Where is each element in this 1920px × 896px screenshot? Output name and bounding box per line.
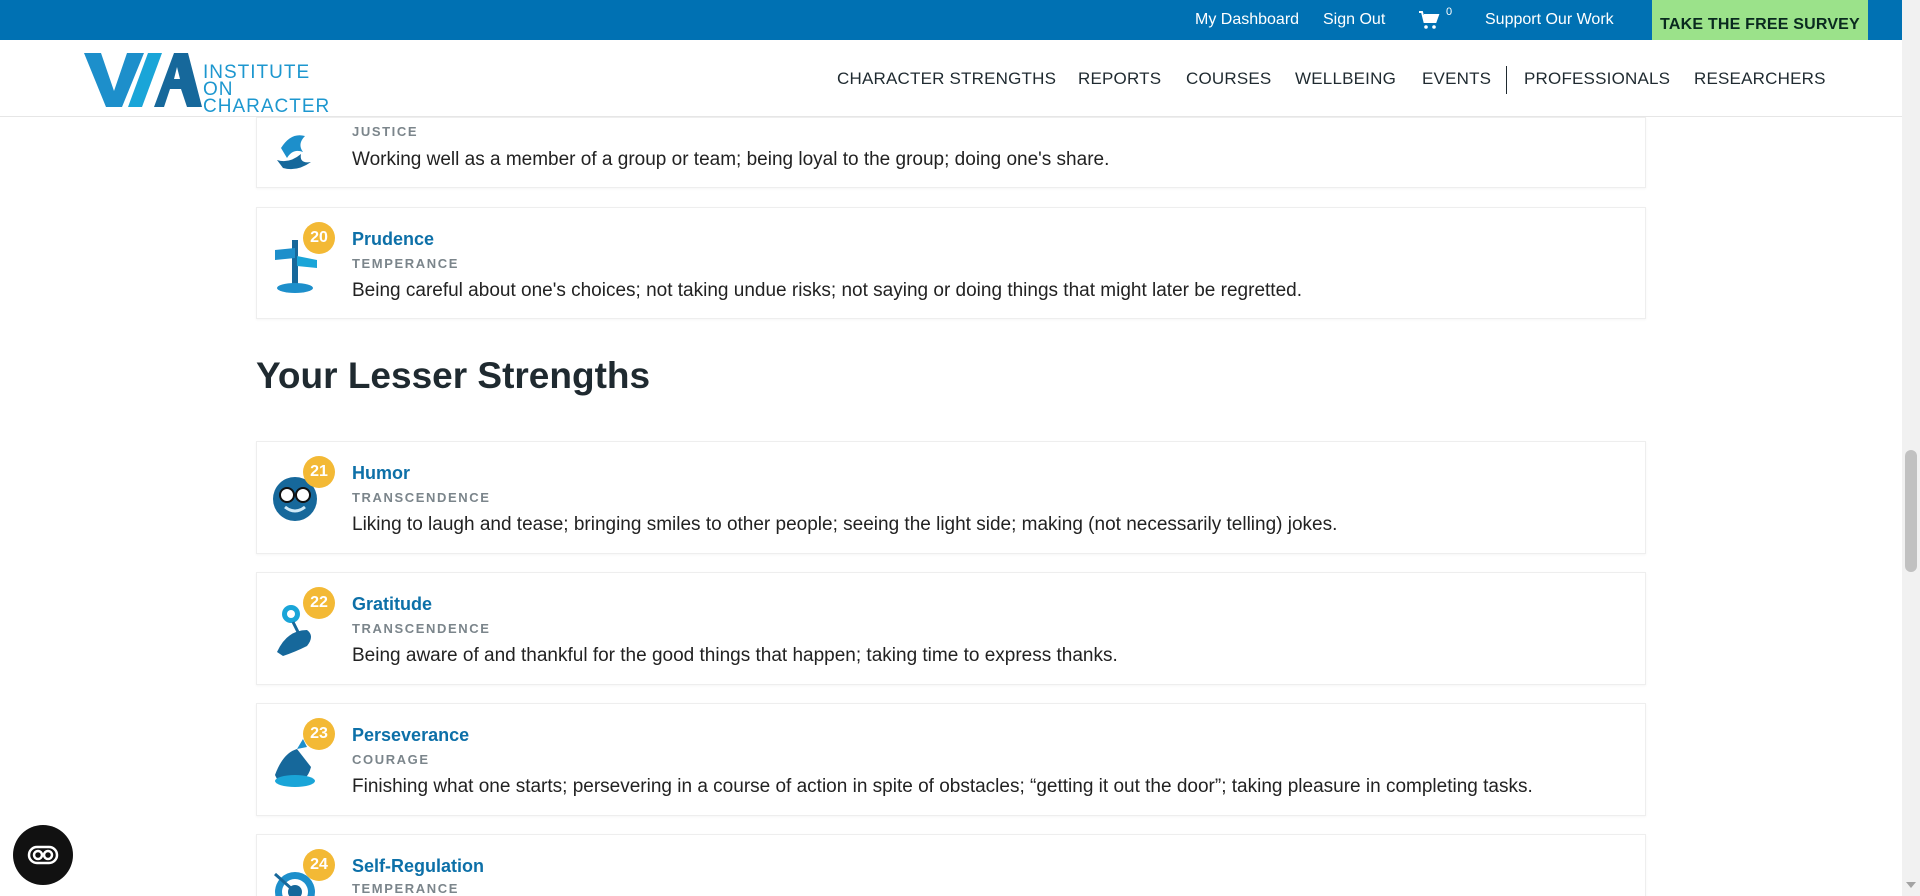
cart-count: 0 — [1446, 6, 1453, 18]
strength-virtue: COURAGE — [352, 752, 430, 767]
rank-badge: 22 — [303, 587, 335, 619]
nav-character-strengths[interactable]: CHARACTER STRENGTHS — [837, 40, 1056, 117]
accessibility-button[interactable] — [13, 825, 73, 885]
strength-name-link[interactable]: Gratitude — [352, 594, 432, 615]
nav-researchers[interactable]: RESEARCHERS — [1694, 40, 1826, 117]
nav-events[interactable]: EVENTS — [1422, 40, 1491, 117]
nav-courses[interactable]: COURSES — [1186, 40, 1271, 117]
strength-card-teamwork: JUSTICE Working well as a member of a gr… — [256, 117, 1646, 188]
strength-card-prudence: 20 Prudence TEMPERANCE Being careful abo… — [256, 207, 1646, 319]
logo-line-1: INSTITUTE ON — [203, 62, 311, 100]
strength-virtue: TRANSCENDENCE — [352, 490, 491, 505]
via-logo[interactable]: INSTITUTE ON CHARACTER — [84, 53, 334, 116]
strength-name-link[interactable]: Perseverance — [352, 725, 469, 746]
nav-divider — [1506, 66, 1507, 94]
utility-bar: My Dashboard Sign Out 0 Support Our Work — [0, 0, 1920, 40]
rank-badge: 20 — [303, 222, 335, 254]
strength-card-perseverance: 23 Perseverance COURAGE Finishing what o… — [256, 703, 1646, 816]
main-header: INSTITUTE ON CHARACTER CHARACTER STRENGT… — [0, 40, 1902, 117]
page-scrollbar[interactable] — [1902, 0, 1920, 896]
strength-description: Being careful about one's choices; not t… — [352, 280, 1302, 301]
strength-virtue: JUSTICE — [352, 124, 419, 139]
my-dashboard-link[interactable]: My Dashboard — [1195, 0, 1299, 40]
strength-description: Liking to laugh and tease; bringing smil… — [352, 514, 1338, 535]
strength-virtue: TEMPERANCE — [352, 881, 460, 896]
logo-text: INSTITUTE ON CHARACTER — [203, 62, 334, 117]
strength-description: Finishing what one starts; persevering i… — [352, 776, 1533, 797]
rank-badge: 24 — [303, 849, 335, 881]
nav-professionals[interactable]: PROFESSIONALS — [1524, 40, 1670, 117]
strength-name-link[interactable]: Prudence — [352, 229, 434, 250]
strength-virtue: TRANSCENDENCE — [352, 621, 491, 636]
teamwork-icon — [277, 135, 311, 170]
sign-out-link[interactable]: Sign Out — [1323, 0, 1385, 40]
strength-card-self-regulation: 24 Self-Regulation TEMPERANCE — [256, 834, 1646, 896]
nav-reports[interactable]: REPORTS — [1078, 40, 1161, 117]
via-logo-mark-icon — [84, 53, 202, 107]
strength-description: Being aware of and thankful for the good… — [352, 645, 1118, 666]
accessibility-icon — [27, 845, 59, 865]
nav-wellbeing[interactable]: WELLBEING — [1295, 40, 1396, 117]
rank-badge: 23 — [303, 718, 335, 750]
scroll-down-icon[interactable] — [1906, 882, 1916, 888]
strength-name-link[interactable]: Self-Regulation — [352, 856, 484, 877]
strength-description: Working well as a member of a group or t… — [352, 149, 1110, 170]
logo-line-2: CHARACTER — [203, 96, 331, 117]
rank-badge: 21 — [303, 456, 335, 488]
scrollbar-thumb[interactable] — [1905, 450, 1917, 572]
strength-name-link[interactable]: Humor — [352, 463, 410, 484]
support-our-work-link[interactable]: Support Our Work — [1485, 0, 1614, 40]
cart-button[interactable]: 0 — [1418, 0, 1452, 40]
cart-icon — [1419, 11, 1440, 29]
lesser-strengths-heading: Your Lesser Strengths — [256, 355, 651, 396]
strength-card-humor: 21 Humor TRANSCENDENCE Liking to laugh a… — [256, 441, 1646, 554]
strength-card-gratitude: 22 Gratitude TRANSCENDENCE Being aware o… — [256, 572, 1646, 685]
strength-virtue: TEMPERANCE — [352, 256, 460, 271]
